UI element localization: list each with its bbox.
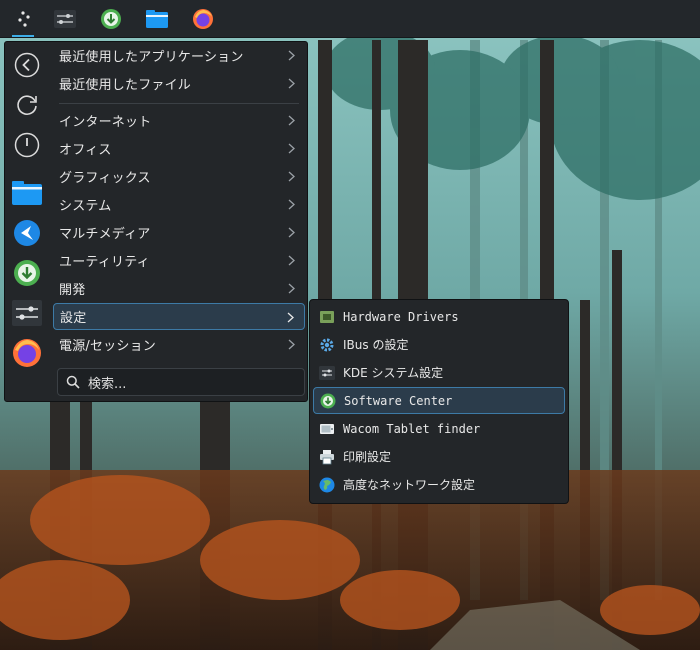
launcher-sidebar: [5, 42, 49, 401]
submenu-item-print-settings[interactable]: 印刷設定: [313, 443, 565, 470]
settings-sliders-icon: [54, 9, 76, 28]
application-launcher-button[interactable]: [4, 0, 42, 37]
submenu-item-wacom-tablet-finder[interactable]: Wacom Tablet finder: [313, 415, 565, 442]
submenu-label: Wacom Tablet finder: [343, 421, 481, 436]
category-label: インターネット: [59, 115, 152, 130]
software-center-taskbar-button[interactable]: [92, 0, 130, 37]
firefox-icon: [193, 8, 213, 29]
gear-icon: [319, 337, 335, 353]
submenu-item-hardware-drivers[interactable]: Hardware Drivers: [313, 303, 565, 330]
submenu-label: Hardware Drivers: [343, 309, 459, 324]
kde-connect-icon: [14, 220, 40, 246]
submenu-label: KDE システム設定: [343, 366, 444, 380]
system-settings-favorite[interactable]: [10, 296, 44, 330]
category-label: 設定: [60, 311, 87, 326]
search-icon: [66, 375, 80, 389]
firefox-icon: [13, 339, 41, 367]
back-icon: [14, 52, 40, 78]
launcher-icon: [18, 10, 30, 27]
settings-submenu: Hardware Drivers IBus の設定 KDE システム設定 Sof…: [309, 299, 569, 504]
category-recent-applications[interactable]: 最近使用したアプリケーション: [53, 42, 305, 69]
chevron-right-icon: [288, 227, 295, 238]
hardware-drivers-icon: [319, 309, 335, 325]
download-icon: [14, 260, 40, 286]
shutdown-button[interactable]: [10, 128, 44, 162]
firefox-favorite[interactable]: [10, 336, 44, 370]
chevron-right-icon: [287, 312, 294, 323]
chevron-right-icon: [288, 143, 295, 154]
chevron-right-icon: [288, 255, 295, 266]
folder-icon: [12, 181, 42, 205]
chevron-right-icon: [288, 283, 295, 294]
restart-button[interactable]: [10, 88, 44, 122]
category-settings[interactable]: 設定: [53, 303, 305, 330]
folder-icon: [146, 9, 168, 28]
menu-separator: [59, 103, 299, 104]
category-development[interactable]: 開発: [53, 275, 305, 302]
category-utilities[interactable]: ユーティリティ: [53, 247, 305, 274]
category-label: 開発: [59, 283, 86, 298]
category-graphics[interactable]: グラフィックス: [53, 163, 305, 190]
category-recent-files[interactable]: 最近使用したファイル: [53, 70, 305, 97]
back-button[interactable]: [10, 48, 44, 82]
chevron-right-icon: [288, 50, 295, 61]
category-label: オフィス: [59, 143, 112, 158]
chevron-right-icon: [288, 199, 295, 210]
chevron-right-icon: [288, 339, 295, 350]
submenu-label: 高度なネットワーク設定: [343, 478, 476, 492]
top-panel: [0, 0, 700, 38]
globe-icon: [319, 477, 335, 493]
submenu-item-kde-system-settings[interactable]: KDE システム設定: [313, 359, 565, 386]
category-label: グラフィックス: [59, 171, 151, 186]
category-system[interactable]: システム: [53, 191, 305, 218]
submenu-label: 印刷設定: [343, 450, 392, 464]
software-center-icon: [320, 393, 336, 409]
category-label: マルチメディア: [59, 227, 151, 242]
kde-settings-icon: [319, 365, 335, 381]
file-manager-taskbar-button[interactable]: [138, 0, 176, 37]
chevron-right-icon: [288, 115, 295, 126]
tablet-icon: [319, 421, 335, 437]
search-input[interactable]: 検索...: [57, 368, 305, 396]
firefox-taskbar-button[interactable]: [184, 0, 222, 37]
category-office[interactable]: オフィス: [53, 135, 305, 162]
application-launcher-menu: 最近使用したアプリケーション 最近使用したファイル インターネット オフィス グ…: [4, 41, 308, 402]
category-internet[interactable]: インターネット: [53, 107, 305, 134]
file-manager-favorite[interactable]: [10, 176, 44, 210]
search-placeholder: 検索...: [88, 376, 127, 392]
category-label: ユーティリティ: [59, 255, 150, 270]
settings-sliders-icon: [12, 300, 42, 326]
submenu-item-advanced-network-settings[interactable]: 高度なネットワーク設定: [313, 471, 565, 498]
chevron-right-icon: [288, 171, 295, 182]
printer-icon: [319, 449, 335, 465]
refresh-icon: [17, 95, 37, 115]
category-label: 電源/セッション: [59, 339, 156, 354]
category-label: 最近使用したアプリケーション: [59, 50, 244, 65]
system-settings-taskbar-button[interactable]: [46, 0, 84, 37]
submenu-label: Software Center: [344, 393, 453, 408]
submenu-label: IBus の設定: [343, 338, 409, 352]
category-label: システム: [59, 199, 112, 214]
category-multimedia[interactable]: マルチメディア: [53, 219, 305, 246]
software-center-favorite[interactable]: [10, 256, 44, 290]
software-center-icon: [101, 8, 121, 29]
submenu-item-ibus-settings[interactable]: IBus の設定: [313, 331, 565, 358]
category-label: 最近使用したファイル: [59, 78, 192, 93]
kde-connect-favorite[interactable]: [10, 216, 44, 250]
power-icon: [14, 132, 40, 158]
submenu-item-software-center[interactable]: Software Center: [313, 387, 565, 414]
category-power-session[interactable]: 電源/セッション: [53, 331, 305, 358]
chevron-right-icon: [288, 78, 295, 89]
